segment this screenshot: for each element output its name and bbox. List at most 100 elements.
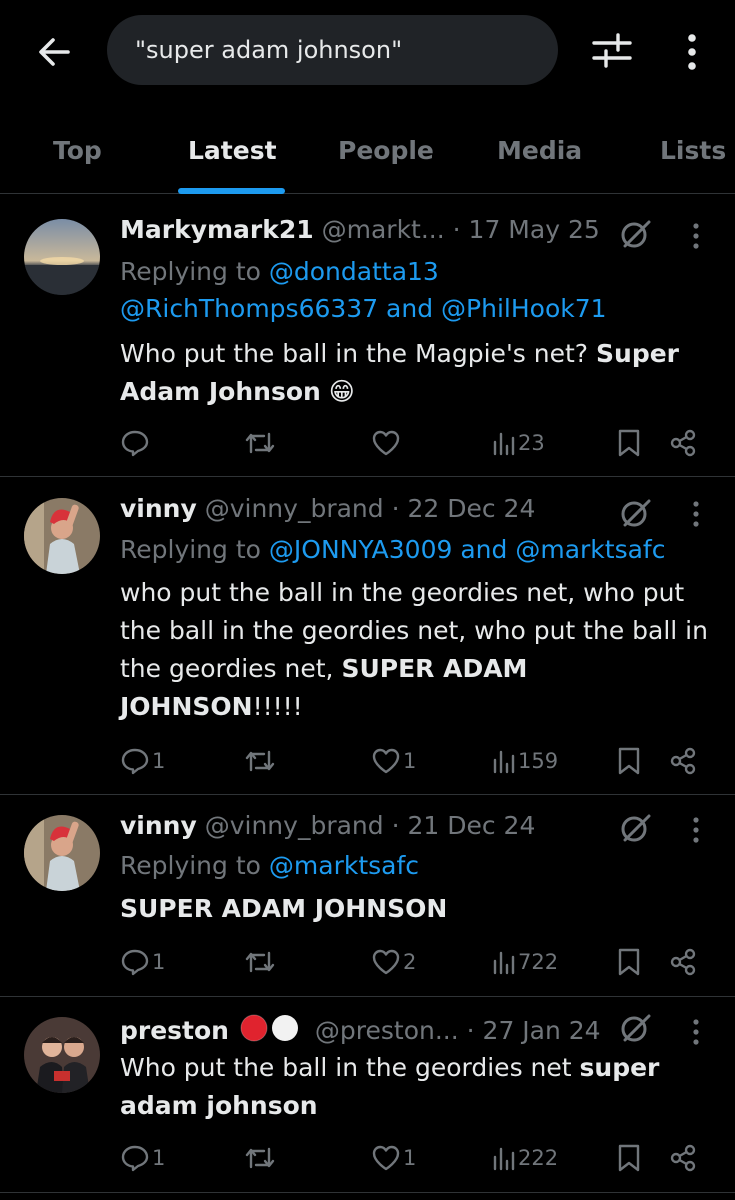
like-button[interactable]: 2 [371,942,416,982]
like-icon [372,430,400,456]
bookmark-button[interactable] [617,942,641,982]
reply-button[interactable]: 1 [120,942,165,982]
share-button[interactable] [668,1138,698,1178]
repost-icon [245,1147,275,1169]
search-input[interactable]: "super adam johnson" [107,15,558,85]
like-button[interactable] [371,423,403,463]
mention-link[interactable]: @PhilHook71 [441,294,607,323]
tweet[interactable]: vinny @vinny_brand · 21 Dec 24 Replying … [0,795,735,997]
active-tab-indicator [178,188,285,194]
tab-top[interactable]: Top [53,136,102,165]
timestamp[interactable]: · 27 Jan 24 [467,1016,601,1045]
mention-link[interactable]: @dondatta13 [269,257,439,286]
avatar[interactable] [24,219,100,295]
views-icon [493,951,515,975]
views-icon [493,750,515,774]
share-button[interactable] [668,942,698,982]
display-name[interactable]: preston [120,1016,229,1045]
timestamp[interactable]: · 22 Dec 24 [392,494,536,523]
tab-latest[interactable]: Latest [188,136,277,165]
repost-button[interactable] [244,942,278,982]
tweet-text: Who put the ball in the geordies net sup… [120,1049,710,1125]
like-button[interactable]: 1 [371,1138,416,1178]
mention-link[interactable]: @marktsafc [515,535,665,564]
and-text: and [378,294,442,323]
grok-icon[interactable] [618,811,652,845]
reply-icon [121,949,149,976]
bookmark-button[interactable] [617,741,641,781]
views-icon [493,432,515,456]
mention-link[interactable]: @marktsafc [269,851,419,880]
replying-prefix: Replying to [120,257,269,286]
handle[interactable]: @vinny_brand [205,811,384,840]
tweet-text: who put the ball in the geordies net, wh… [120,574,710,726]
more-vertical-icon[interactable] [688,499,704,529]
tab-media[interactable]: Media [497,136,582,165]
reply-button[interactable]: 1 [120,741,165,781]
tab-people[interactable]: People [338,136,434,165]
tab-lists[interactable]: Lists [660,136,726,165]
grok-icon[interactable] [618,1011,652,1045]
bookmark-icon [618,747,640,775]
like-count: 2 [403,950,417,974]
grok-icon[interactable] [618,217,652,251]
display-name[interactable]: Markymark21 [120,215,314,244]
like-button[interactable]: 1 [371,741,416,781]
share-icon [670,948,696,976]
views-button[interactable]: 23 [492,423,545,463]
tweet-text: Who put the ball in the Magpie's net? Su… [120,335,710,411]
like-count: 1 [403,1146,417,1170]
views-button[interactable]: 222 [492,1138,558,1178]
handle[interactable]: @markt... [322,215,445,244]
repost-button[interactable] [244,741,278,781]
reply-button[interactable]: 1 [120,1138,165,1178]
share-icon [670,1144,696,1172]
tweet[interactable]: vinny @vinny_brand · 22 Dec 24 Replying … [0,477,735,795]
handle[interactable]: @preston... [315,1016,459,1045]
repost-button[interactable] [244,1138,278,1178]
reply-icon [121,430,149,457]
bookmark-button[interactable] [617,1138,641,1178]
grok-icon[interactable] [618,496,652,530]
like-count: 1 [403,749,417,773]
more-vertical-icon[interactable] [688,1017,704,1047]
tweet[interactable]: Markymark21 @markt... · 17 May 25 Replyi… [0,195,735,477]
bookmark-icon [618,1144,640,1172]
repost-icon [245,750,275,772]
share-button[interactable] [668,423,698,463]
timestamp[interactable]: · 21 Dec 24 [392,811,536,840]
mention-link[interactable]: @JONNYA3009 [269,535,453,564]
display-name[interactable]: vinny [120,494,197,523]
more-vertical-icon[interactable] [680,30,704,74]
tweet-text-bold: SUPER ADAM JOHNSON [120,894,448,923]
and-text: and [452,535,516,564]
tweet-header: vinny @vinny_brand · 21 Dec 24 [120,811,535,840]
view-count: 222 [518,1146,559,1170]
timestamp[interactable]: · 17 May 25 [453,215,600,244]
avatar[interactable] [24,498,100,574]
views-button[interactable]: 159 [492,741,558,781]
handle[interactable]: @vinny_brand [205,494,384,523]
back-arrow-icon[interactable] [34,32,74,72]
filter-sliders-icon[interactable] [590,28,634,72]
bookmark-button[interactable] [617,423,641,463]
replying-to: Replying to @JONNYA3009 and @marktsafc [120,535,665,564]
tweet-text-plain: Who put the ball in the Magpie's net? [120,339,597,368]
avatar[interactable] [24,1017,100,1093]
reply-button[interactable] [120,423,152,463]
tweet[interactable]: preston @preston... · 27 Jan 24 Who put … [0,997,735,1193]
repost-button[interactable] [244,423,278,463]
replying-to-cont: @RichThomps66337 and @PhilHook71 [120,294,607,323]
like-icon [372,949,400,975]
more-vertical-icon[interactable] [688,221,704,251]
mention-link[interactable]: @RichThomps66337 [120,294,378,323]
share-button[interactable] [668,741,698,781]
view-count: 159 [518,749,559,773]
share-icon [670,747,696,775]
emoji: 😁 [328,377,355,406]
views-button[interactable]: 722 [492,942,558,982]
display-name[interactable]: vinny [120,811,197,840]
avatar[interactable] [24,815,100,891]
more-vertical-icon[interactable] [688,815,704,845]
top-bar: "super adam johnson" [0,0,735,105]
